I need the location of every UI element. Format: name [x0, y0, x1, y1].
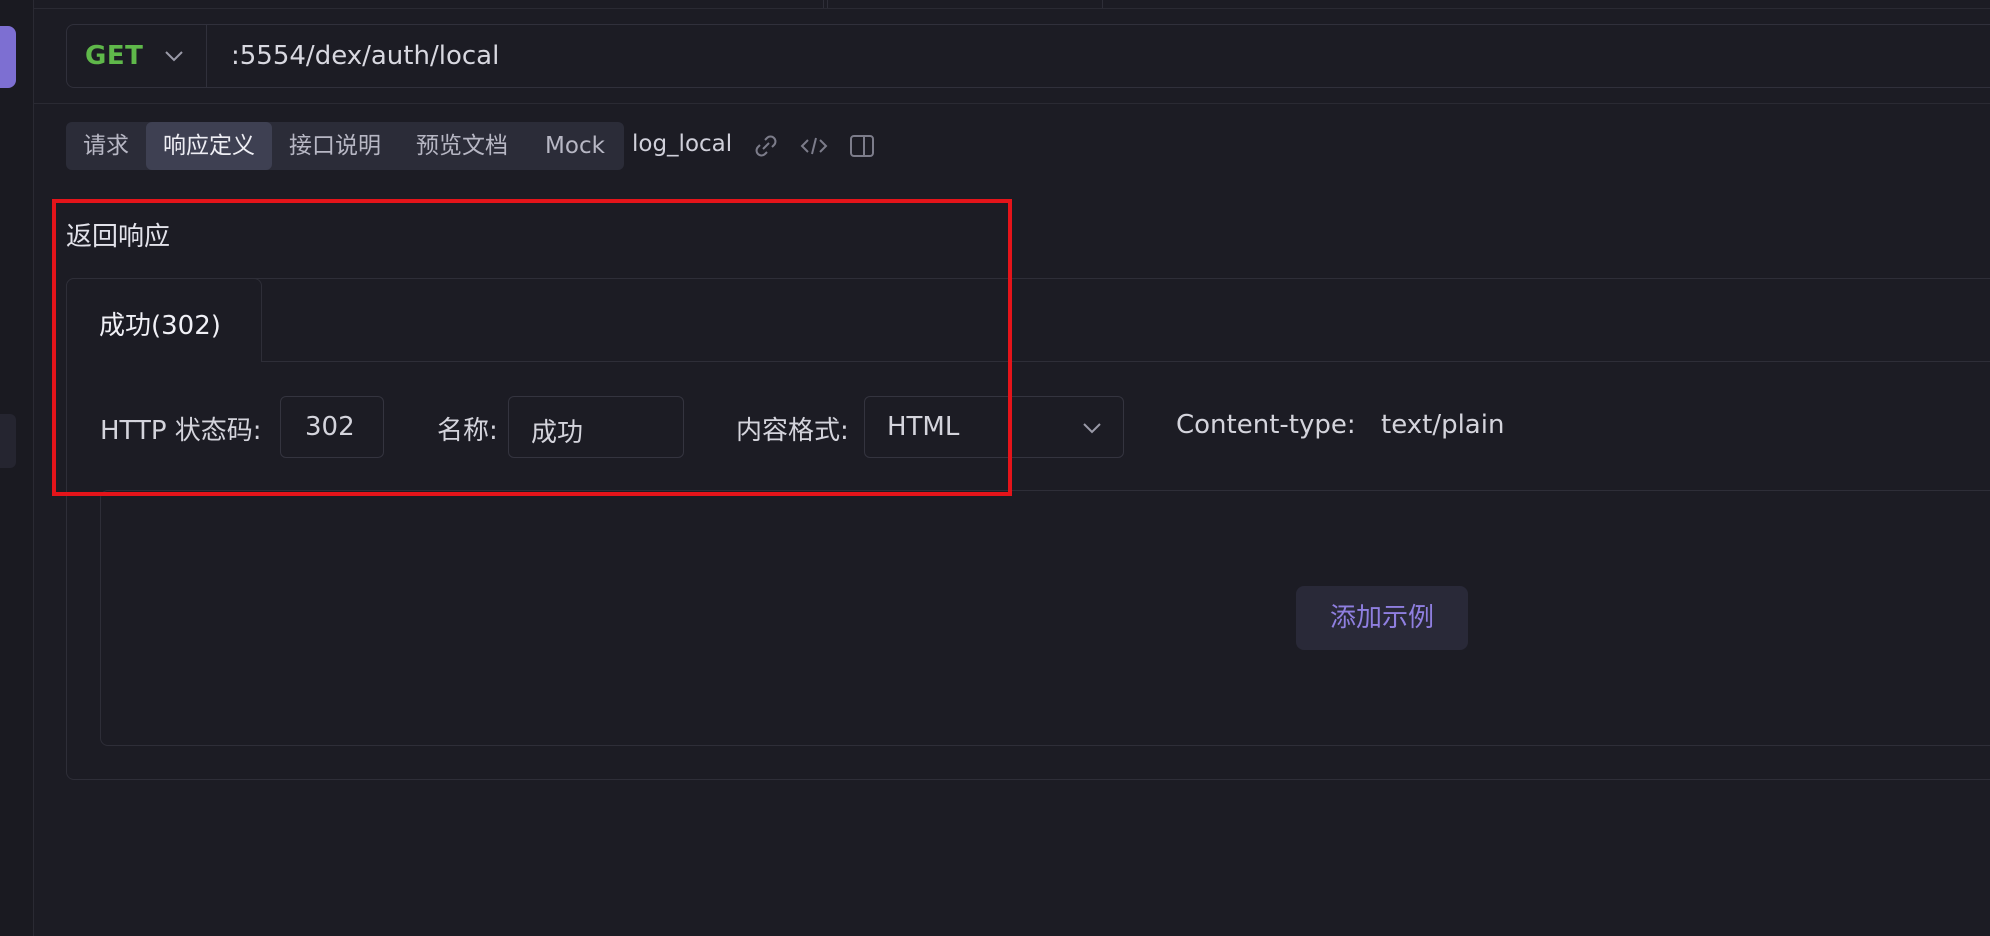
status-code-label: HTTP 状态码: [100, 416, 262, 446]
rail-item[interactable] [0, 414, 16, 468]
response-tab-divider [262, 361, 1990, 362]
content-format-label: 内容格式: [736, 416, 849, 446]
status-code-input[interactable]: 302 [280, 396, 384, 458]
panel-icon[interactable] [848, 132, 876, 160]
name-label: 名称: [437, 416, 498, 446]
tab-response-definition[interactable]: 响应定义 [146, 122, 272, 170]
divider [34, 103, 1990, 104]
method-label: GET [85, 41, 144, 71]
content-type-label: Content-type: [1176, 410, 1356, 440]
top-tab[interactable] [34, 0, 824, 8]
left-rail [0, 0, 34, 936]
example-area [100, 490, 1990, 746]
status-code-value: 302 [305, 412, 355, 442]
name-value: 成功 [531, 418, 584, 448]
content-format-select[interactable]: HTML [864, 396, 1124, 458]
method-select[interactable]: GET [67, 25, 207, 87]
url-input[interactable]: :5554/dex/auth/local [231, 41, 499, 71]
tab-mock[interactable]: Mock [526, 122, 624, 170]
tab-preview-doc[interactable]: 预览文档 [398, 122, 526, 170]
chevron-down-icon [165, 51, 183, 62]
app-window: GET :5554/dex/auth/local 请求 响应定义 接口说明 预览… [0, 0, 1990, 936]
top-tab-active[interactable] [827, 0, 1103, 8]
response-section-title: 返回响应 [66, 222, 171, 252]
name-input[interactable]: 成功 [508, 396, 684, 458]
content-type-value: text/plain [1381, 410, 1505, 440]
request-bar: GET :5554/dex/auth/local [66, 24, 1990, 88]
tab-api-description[interactable]: 接口说明 [272, 122, 398, 170]
link-icon[interactable] [752, 132, 780, 160]
tab-bar: 请求 响应定义 接口说明 预览文档 Mock [66, 122, 624, 170]
top-tab-strip [34, 0, 1990, 9]
response-tab-label: 成功(302) [99, 311, 221, 341]
code-icon[interactable] [800, 132, 828, 160]
content-format-value: HTML [887, 412, 960, 442]
chevron-down-icon [1083, 423, 1101, 434]
tab-request[interactable]: 请求 [66, 122, 146, 170]
add-example-button[interactable]: 添加示例 [1296, 586, 1468, 650]
rail-active-item[interactable] [0, 26, 16, 88]
response-tab-success[interactable]: 成功(302) [66, 278, 262, 362]
api-name[interactable]: log_local [632, 131, 732, 157]
